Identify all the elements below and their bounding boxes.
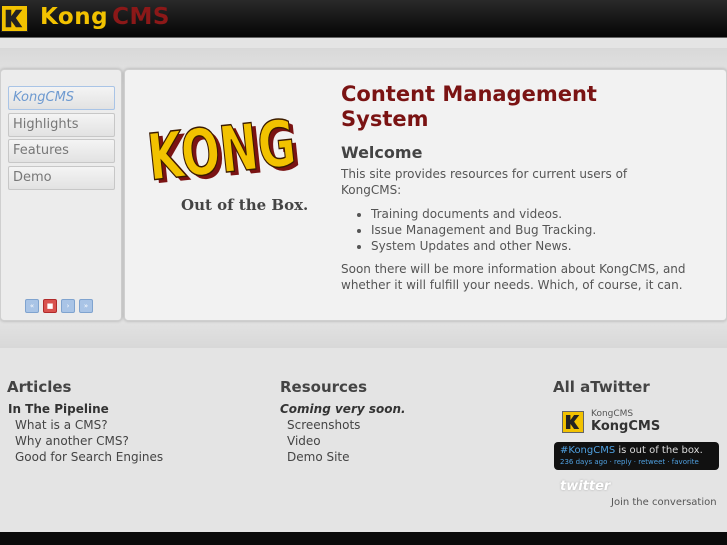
pager-play-icon[interactable]: › [61, 299, 75, 313]
twitter-name[interactable]: KongCMS [591, 419, 660, 434]
list-item: Issue Management and Bug Tracking. [371, 222, 596, 238]
site-header: Kong CMS [0, 0, 727, 38]
closing-text: Soon there will be more information abou… [341, 262, 686, 292]
site-footer [0, 532, 727, 545]
main-slide: KONG KONG Out of the Box. Content Manage… [124, 69, 727, 321]
slide-nav: KongCMS Highlights Features Demo « ■ › » [0, 69, 122, 321]
article-link-why-another-cms[interactable]: Why another CMS? [15, 434, 129, 448]
tweet-text: #KongCMS is out of the box. [560, 445, 719, 457]
kong-logo-text: KONG [145, 107, 299, 194]
site-brand[interactable]: Kong CMS [40, 4, 170, 30]
article-link-what-is-cms[interactable]: What is a CMS? [15, 418, 108, 432]
resource-link-video[interactable]: Video [287, 434, 321, 448]
tweet-body: is out of the box. [615, 445, 703, 456]
pager-stop-icon[interactable]: ■ [43, 299, 57, 313]
pager-first-icon[interactable]: « [25, 299, 39, 313]
intro-text: This site provides resources for current… [341, 167, 628, 197]
list-item: Training documents and videos. [371, 206, 596, 222]
resource-list: Training documents and videos. Issue Man… [371, 206, 596, 254]
resources-subheading: Coming very soon. [280, 402, 406, 416]
twitter-logo-icon[interactable]: twitter [560, 479, 610, 494]
resource-link-screenshots[interactable]: Screenshots [287, 418, 360, 432]
kong-logo: KONG KONG [145, 106, 304, 194]
nav-item-highlights[interactable]: Highlights [8, 113, 115, 137]
tagline: Out of the Box. [181, 196, 309, 214]
join-conversation-link[interactable]: Join the conversation [611, 497, 717, 508]
page-title: Content Management System [341, 82, 597, 131]
nav-item-demo[interactable]: Demo [8, 166, 115, 190]
tweet-hashtag[interactable]: #KongCMS [560, 445, 615, 456]
twitter-avatar[interactable] [562, 411, 584, 433]
kong-badge-icon[interactable] [1, 5, 28, 32]
nav-item-kongcms[interactable]: KongCMS [8, 86, 115, 110]
resources-heading: Resources [280, 378, 368, 396]
brand-cms: CMS [112, 4, 170, 30]
articles-heading: Articles [7, 378, 72, 396]
pager-last-icon[interactable]: » [79, 299, 93, 313]
resource-link-demo-site[interactable]: Demo Site [287, 450, 350, 464]
welcome-heading: Welcome [341, 143, 423, 162]
article-link-search-engines[interactable]: Good for Search Engines [15, 450, 163, 464]
tweet-actions[interactable]: 236 days ago · reply · retweet · favorit… [560, 457, 719, 467]
twitter-heading: All aTwitter [553, 378, 650, 396]
tweet-card: #KongCMS is out of the box. 236 days ago… [554, 442, 719, 470]
list-item: System Updates and other News. [371, 238, 596, 254]
articles-subheading: In The Pipeline [8, 402, 109, 416]
brand-kong: Kong [40, 4, 109, 30]
nav-item-features[interactable]: Features [8, 139, 115, 163]
twitter-handle[interactable]: KongCMS [591, 409, 633, 419]
